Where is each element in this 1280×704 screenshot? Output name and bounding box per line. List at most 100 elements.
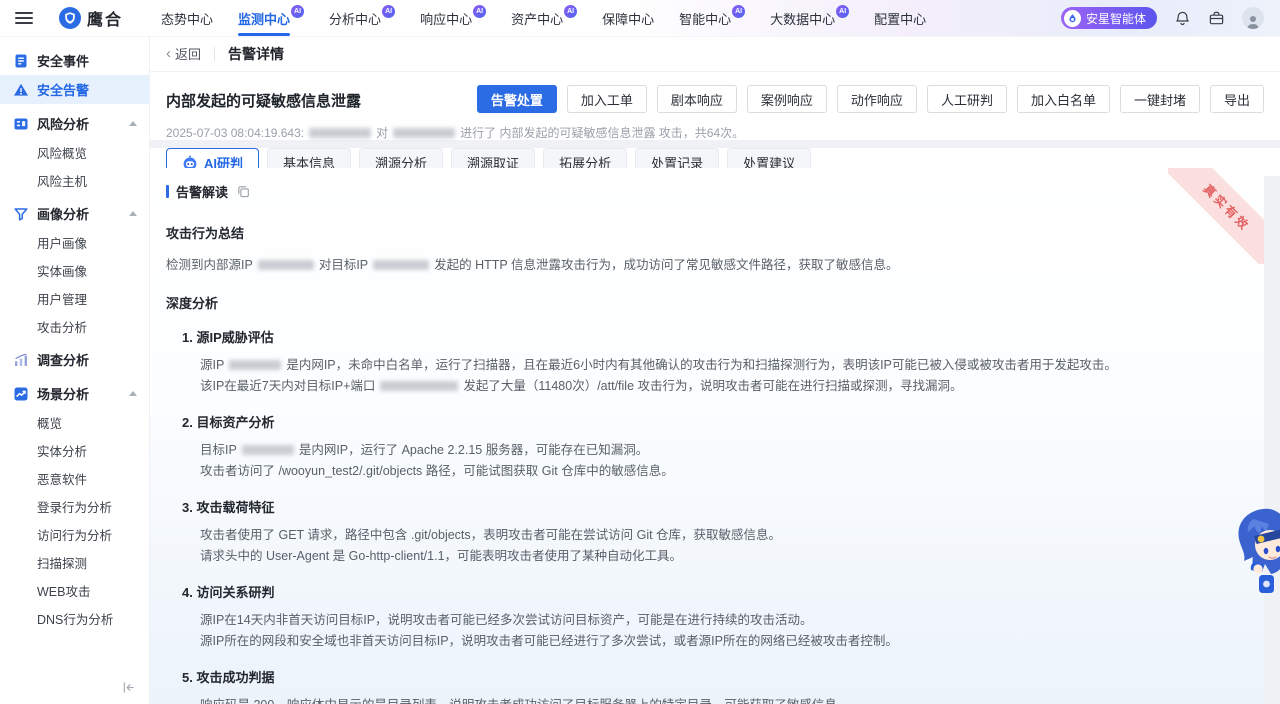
sidebar-item-2[interactable]: 安全告警 [0,75,149,104]
action-button-2[interactable]: 剧本响应 [657,85,737,113]
user-avatar[interactable] [1242,7,1264,29]
sidebar-item-8[interactable]: 实体画像 [0,256,149,284]
sidebar-item-5[interactable]: 风险主机 [0,166,149,194]
analysis-item-title-2: 2. 目标资产分析 [182,412,1244,431]
nav-item-label: 资产中心 [511,9,563,28]
analysis-item-title-4: 4. 访问关系研判 [182,582,1244,601]
action-button-1[interactable]: 加入工单 [567,85,647,113]
sidebar: 安全事件安全告警风险分析风险概览风险主机画像分析用户画像实体画像用户管理攻击分析… [0,36,150,704]
action-button-3[interactable]: 案例响应 [747,85,827,113]
menu-icon[interactable] [15,9,33,27]
nav-item-4[interactable]: 响应中心AI [420,0,486,36]
text-segment: 发起了大量（11480次）/att/file 攻击行为，说明攻击者可能在进行扫描… [463,379,962,393]
nav-item-6[interactable]: 保障中心 [602,0,654,36]
agent-pill-button[interactable]: 安星智能体 [1061,7,1157,29]
alert-handle-button[interactable]: 告警处置 [477,85,557,113]
analysis-line: 响应码是 200，响应体中显示的是目录列表，说明攻击者成功访问了目标服务器上的特… [200,695,1244,704]
ai-badge-icon: AI [836,5,849,18]
text-segment: 进行了 内部发起的可疑敏感信息泄露 攻击，共64次。 [460,124,744,141]
action-button-4[interactable]: 动作响应 [837,85,917,113]
logo-text: 鹰合 [87,6,123,30]
sidebar-item-11[interactable]: 调查分析 [0,345,149,374]
sidebar-item-16[interactable]: 登录行为分析 [0,492,149,520]
analysis-line: 源IP所在的网段和安全域也非首天访问目标IP，说明攻击者可能已经进行了多次尝试，… [200,631,1244,652]
sidebar-item-7[interactable]: 用户画像 [0,228,149,256]
sidebar-item-13[interactable]: 概览 [0,408,149,436]
nav-item-2[interactable]: 监测中心AI [238,0,304,36]
sidebar-item-17[interactable]: 访问行为分析 [0,520,149,548]
ai-badge-icon: AI [382,5,395,18]
ai-badge-icon: AI [732,5,745,18]
alert-title: 内部发起的可疑敏感信息泄露 [166,85,361,111]
nav-item-1[interactable]: 态势中心 [161,0,213,36]
sidebar-item-10[interactable]: 攻击分析 [0,312,149,340]
caret-up-icon [129,121,137,126]
action-button-5[interactable]: 人工研判 [927,85,1007,113]
main-content: ‹ 返回 告警详情 内部发起的可疑敏感信息泄露 告警处置 加入工单剧本响应案例响… [150,36,1280,704]
text-segment: 2025-07-03 08:04:19.643: [166,126,304,140]
sidebar-item-1[interactable]: 安全事件 [0,46,149,75]
analysis-line: 攻击者访问了 /wooyun_test2/.git/objects 路径，可能试… [200,461,1244,482]
sidebar-item-label: 调查分析 [37,350,89,369]
back-label: 返回 [175,44,201,63]
sidebar-item-15[interactable]: 恶意软件 [0,464,149,492]
logo-shield-icon [59,7,81,29]
risk-grid-icon [13,116,29,132]
action-button-8[interactable]: 导出 [1210,85,1264,113]
action-button-7[interactable]: 一键封堵 [1120,85,1200,113]
nav-item-label: 响应中心 [420,9,472,28]
app-navbar: 鹰合 态势中心监测中心AI分析中心AI响应中心AI资产中心AI保障中心智能中心A… [0,0,1280,36]
analysis-line: 源IP是内网IP，未命中白名单，运行了扫描器，且在最近6小时内有其他确认的攻击行… [200,355,1244,376]
sidebar-item-20[interactable]: DNS行为分析 [0,604,149,632]
sidebar-item-6[interactable]: 画像分析 [0,199,149,228]
analysis-item-body-3: 攻击者使用了 GET 请求，路径中包含 .git/objects，表明攻击者可能… [200,525,1244,567]
nav-item-8[interactable]: 大数据中心AI [770,0,849,36]
nav-item-label: 配置中心 [874,9,926,28]
sidebar-collapse-icon[interactable] [122,681,135,694]
funnel-icon [13,206,29,222]
analysis-item-title-3: 3. 攻击载荷特征 [182,497,1244,516]
back-button[interactable]: ‹ 返回 [166,44,201,63]
app-logo[interactable]: 鹰合 [59,6,123,30]
notification-bell-icon[interactable] [1174,10,1191,27]
nav-item-3[interactable]: 分析中心AI [329,0,395,36]
analysis-item-title-1: 1. 源IP威胁评估 [182,327,1244,346]
sidebar-item-label: 访问行为分析 [37,525,112,544]
verdict-ribbon-badge: 真实有效 [1168,168,1264,264]
nav-item-5[interactable]: 资产中心AI [511,0,577,36]
nav-item-label: 大数据中心 [770,9,835,28]
ai-badge-icon: AI [564,5,577,18]
sidebar-item-3[interactable]: 风险分析 [0,109,149,138]
agent-droplet-icon [1064,10,1081,27]
text-segment: 源IP [200,358,224,372]
primary-nav: 态势中心监测中心AI分析中心AI响应中心AI资产中心AI保障中心智能中心AI大数… [161,0,926,36]
sidebar-item-14[interactable]: 实体分析 [0,436,149,464]
investigate-icon [13,352,29,368]
sidebar-item-label: 用户管理 [37,289,87,308]
analysis-item-body-2: 目标IP是内网IP，运行了 Apache 2.2.15 服务器，可能存在已知漏洞… [200,440,1244,482]
analysis-item-body-1: 源IP是内网IP，未命中白名单，运行了扫描器，且在最近6小时内有其他确认的攻击行… [200,355,1244,397]
analysis-item-body-5: 响应码是 200，响应体中显示的是目录列表，说明攻击者成功访问了目标服务器上的特… [200,695,1244,704]
sidebar-item-18[interactable]: 扫描探测 [0,548,149,576]
ribbon-corner: 真实有效 [1168,168,1264,264]
redacted-ip [393,128,455,138]
action-bar: 告警处置 加入工单剧本响应案例响应动作响应人工研判加入白名单一键封堵导出 [477,85,1264,113]
redacted-ip [309,128,371,138]
redacted-ip [229,360,281,370]
analysis-line: 攻击者使用了 GET 请求，路径中包含 .git/objects，表明攻击者可能… [200,525,1244,546]
nav-item-9[interactable]: 配置中心 [874,0,926,36]
navbar-right: 安星智能体 [1061,7,1264,29]
action-button-6[interactable]: 加入白名单 [1017,85,1110,113]
copy-icon[interactable] [237,185,250,198]
toolbox-icon[interactable] [1208,10,1225,27]
page-title: 告警详情 [228,44,284,64]
nav-item-7[interactable]: 智能中心AI [679,0,745,36]
sidebar-item-19[interactable]: WEB攻击 [0,576,149,604]
sidebar-item-4[interactable]: 风险概览 [0,138,149,166]
sidebar-item-12[interactable]: 场景分析 [0,379,149,408]
assistant-mascot[interactable] [1231,505,1280,601]
sidebar-item-label: 安全告警 [37,80,89,99]
sidebar-item-label: 实体分析 [37,441,87,460]
sidebar-item-9[interactable]: 用户管理 [0,284,149,312]
sidebar-item-label: 扫描探测 [37,553,87,572]
